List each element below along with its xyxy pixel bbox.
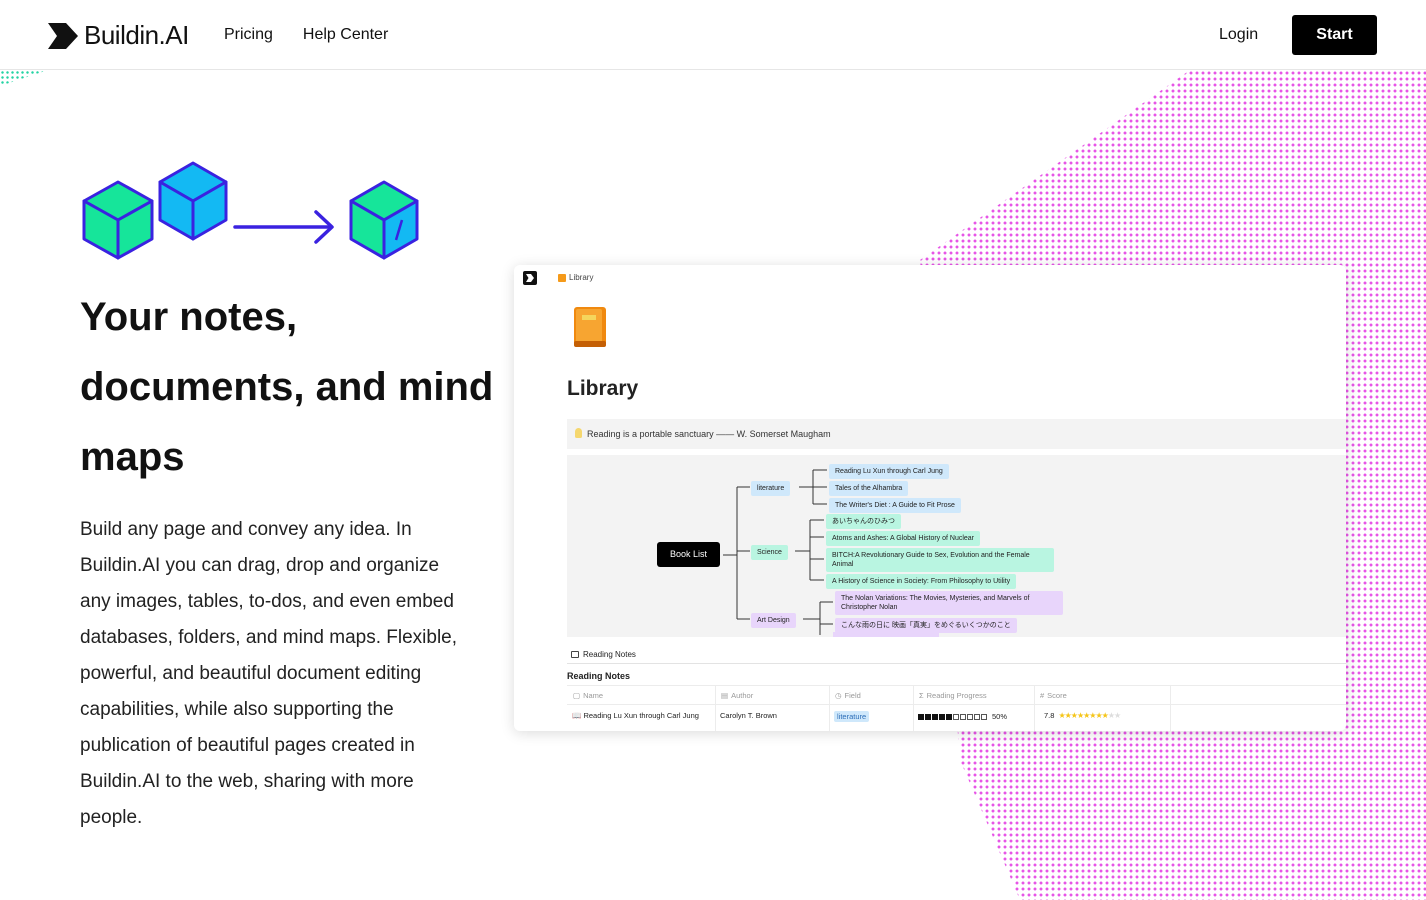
column-header-field[interactable]: ◷ Field (835, 691, 861, 700)
select-property-icon: ◷ (835, 691, 842, 700)
table-title: Reading Notes (567, 671, 631, 681)
tab-divider (567, 663, 1346, 664)
column-divider (829, 686, 830, 731)
mindmap-branch-science[interactable]: Science (751, 545, 788, 560)
book-icon (558, 273, 566, 282)
mindmap-leaf[interactable]: A History of Science in Society: From Ph… (826, 574, 1017, 589)
number-property-icon: # (1040, 691, 1045, 700)
table-row[interactable]: 📖 Reading Lu Xun through Carl Jung (572, 711, 702, 721)
page-title: Library (567, 377, 639, 400)
brand-name: Buildin.AI (84, 20, 189, 50)
cubes-transform-illustration (82, 161, 419, 260)
column-header-name[interactable]: ▢ Name (573, 691, 603, 700)
progress-square (946, 713, 952, 720)
progress-square (974, 713, 980, 720)
table-icon (571, 651, 579, 658)
column-divider (1170, 686, 1171, 731)
login-link[interactable]: Login (1219, 26, 1258, 44)
mindmap-leaf[interactable]: BITCH:A Revolutionary Guide to Sex, Evol… (826, 548, 1054, 572)
quote-callout: Reading is a portable sanctuary —— W. So… (567, 419, 1346, 449)
column-divider (913, 686, 914, 731)
mindmap-branch-literature[interactable]: literature (751, 481, 791, 496)
progress-square (918, 713, 924, 720)
quote-text: Reading is a portable sanctuary —— W. So… (587, 429, 831, 439)
column-divider (715, 686, 716, 731)
table-tab-label: Reading Notes (583, 650, 636, 659)
mind-map[interactable]: Book List literature Reading Lu Xun thro… (567, 455, 1346, 637)
progress-square (932, 713, 938, 720)
progress-square (939, 713, 945, 720)
cell-name: Reading Lu Xun through Carl Jung (583, 711, 699, 720)
progress-percent: 50% (992, 712, 1008, 721)
breadcrumb-library: Library (569, 273, 594, 282)
mindmap-leaf[interactable]: The Nolan Variations: The Movies, Myster… (835, 591, 1063, 615)
column-label: Score (1047, 691, 1067, 700)
hero-description: Build any page and convey any idea. In B… (80, 519, 458, 828)
column-header-score[interactable]: # Score (1040, 691, 1067, 700)
main-nav: Pricing Help Center (224, 26, 388, 44)
mindmap-branch-art-design[interactable]: Art Design (751, 613, 796, 628)
column-label: Name (583, 691, 604, 700)
nav-help-center-link[interactable]: Help Center (303, 26, 388, 44)
cell-field-tag: literature (834, 711, 870, 722)
app-preview-window: Library Library Reading is a portable sa… (514, 265, 1346, 731)
library-book-icon (574, 307, 606, 347)
mindmap-leaf[interactable]: Reading Lu Xun through Carl Jung (829, 464, 949, 479)
formula-property-icon: Σ (919, 691, 924, 700)
table-tab-reading-notes[interactable]: Reading Notes (571, 650, 636, 659)
column-header-author[interactable]: ▤ Author (721, 691, 753, 700)
progress-square (960, 713, 966, 720)
arrow-right-icon (233, 210, 334, 244)
mindmap-leaf[interactable]: The Writer's Diet : A Guide to Fit Prose (829, 498, 961, 513)
progress-square (967, 713, 973, 720)
score-value: 7.8 (1044, 711, 1055, 720)
person-property-icon: ▤ (721, 691, 729, 700)
text-property-icon: ▢ (573, 691, 581, 700)
hero-title: Your notes, documents, and mind maps (80, 295, 494, 479)
cell-score: 7.8 ★★★★★★★★★★ (1044, 711, 1121, 720)
star-rating-icon: ★★★★★★★★★★ (1058, 711, 1121, 720)
column-divider (1034, 686, 1035, 731)
progress-square (953, 713, 959, 720)
top-navbar: Buildin.AI Pricing Help Center Login Sta… (0, 0, 1426, 70)
mindmap-leaf[interactable]: Atoms and Ashes: A Global History of Nuc… (826, 531, 981, 546)
mindmap-leaf[interactable]: あいちゃんのひみつ (826, 514, 901, 529)
green-cube-icon (82, 180, 154, 260)
green-dot-pattern (0, 70, 48, 86)
column-header-reading-progress[interactable]: Σ Reading Progress (919, 691, 987, 700)
mindmap-root-node[interactable]: Book List (657, 542, 721, 567)
mindmap-leaf[interactable]: こんな雨の日に 映画「真実」をめぐるいくつかのこと (835, 618, 1017, 633)
book-icon: 📖 (572, 711, 582, 720)
cell-author: Carolyn T. Brown (720, 711, 777, 720)
combined-cube-icon (349, 180, 419, 260)
table-header-row: ▢ Name ▤ Author ◷ Field Σ Reading Progre… (567, 685, 1346, 731)
column-label: Reading Progress (926, 691, 987, 700)
column-label: Field (844, 691, 861, 700)
nav-pricing-link[interactable]: Pricing (224, 26, 273, 44)
lightbulb-icon (575, 428, 582, 438)
mindmap-leaf[interactable]: Tales of the Alhambra (829, 481, 909, 496)
start-button[interactable]: Start (1292, 15, 1377, 55)
app-logo-icon (523, 271, 537, 285)
column-label: Author (731, 691, 754, 700)
breadcrumb[interactable]: Library (558, 273, 593, 282)
blue-cube-icon (158, 161, 228, 241)
brand-logo[interactable]: Buildin.AI (48, 20, 189, 51)
progress-square (925, 713, 931, 720)
progress-square (981, 713, 987, 720)
cell-reading-progress: 50% (918, 712, 1007, 721)
buildin-logo-icon (48, 22, 78, 49)
